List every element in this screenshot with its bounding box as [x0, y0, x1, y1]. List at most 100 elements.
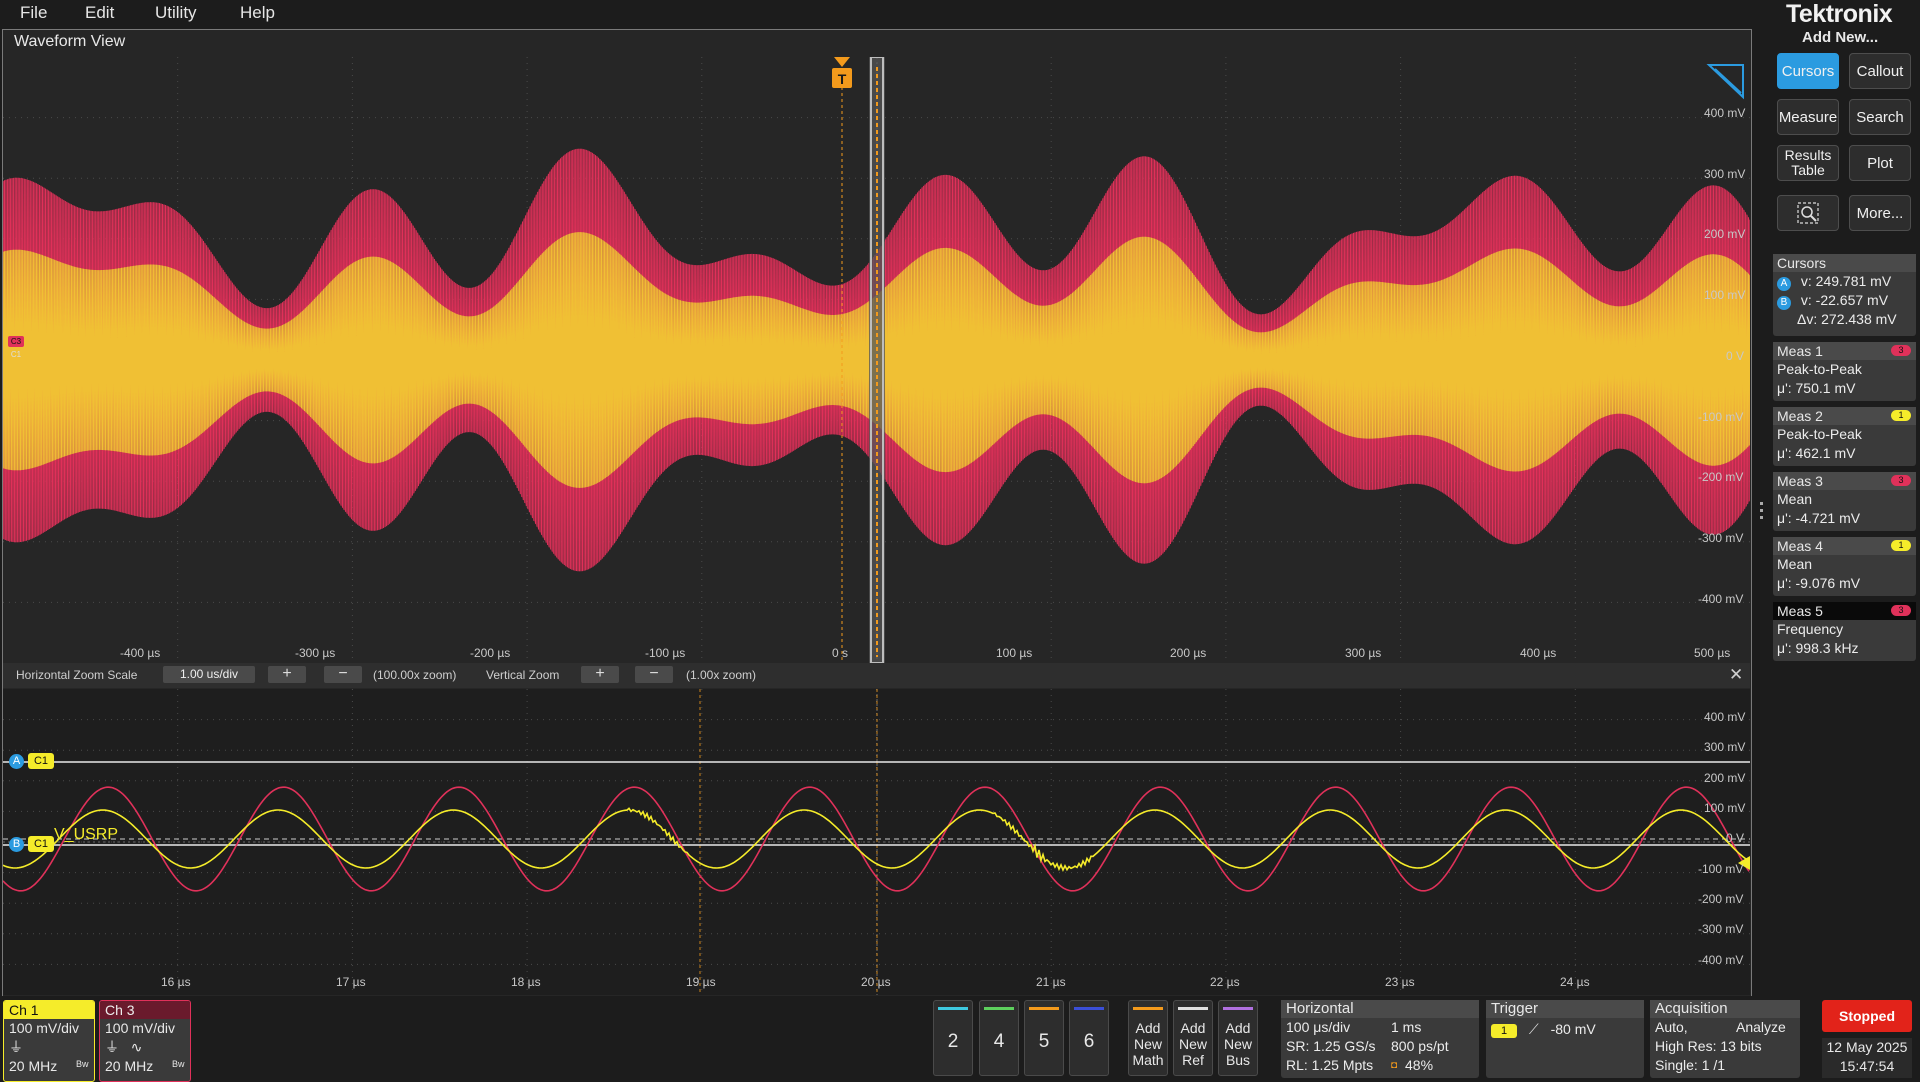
zoom-y-label: 300 mV — [1704, 740, 1746, 754]
search-button[interactable]: Search — [1849, 99, 1911, 135]
ch3-badge[interactable]: Ch 3 100 mV/div ⏚ ∿ 20 MHz Bw — [99, 1000, 191, 1082]
cursor-b-badge: B — [1777, 296, 1791, 310]
zoom-y-label: -100 mV — [1698, 862, 1744, 876]
acquisition-resolution: High Res: 13 bits — [1655, 1038, 1762, 1054]
zoom-y-label: 400 mV — [1704, 710, 1746, 724]
zoom-icon[interactable] — [1777, 195, 1839, 231]
vz-zoom-in-button[interactable]: + — [581, 666, 619, 683]
meas-value: μ': 998.3 kHz — [1777, 640, 1859, 656]
close-zoom-icon[interactable]: ✕ — [1729, 665, 1743, 685]
x-label: -100 µs — [645, 646, 686, 660]
zoom-window-marker — [869, 57, 885, 663]
zoom-x-label: 16 µs — [161, 975, 191, 989]
zoom-x-label: 21 µs — [1036, 975, 1066, 989]
ch1-badge[interactable]: Ch 1 100 mV/div ⏚ 20 MHz Bw — [3, 1000, 95, 1082]
measure-button[interactable]: Measure — [1777, 99, 1839, 135]
meas-channel-badge: 1 — [1891, 540, 1911, 551]
channel-2-button[interactable]: 2 — [933, 1000, 973, 1076]
callout-button[interactable]: Callout — [1849, 53, 1911, 89]
position-icon: ◘ — [1391, 1060, 1398, 1071]
add-new-bus-button[interactable]: Add New Bus — [1218, 1000, 1258, 1076]
zoom-x-label: 24 µs — [1560, 975, 1590, 989]
add-new-ref-button[interactable]: Add New Ref — [1173, 1000, 1213, 1076]
add-new-math-button[interactable]: Add New Math — [1128, 1000, 1168, 1076]
cursors-button[interactable]: Cursors — [1777, 53, 1839, 89]
hz-zoom-in-button[interactable]: + — [268, 666, 306, 683]
meas-type: Mean — [1777, 491, 1813, 507]
tektronix-logo: Tektronix — [1786, 0, 1893, 28]
run-stop-status-button[interactable]: Stopped — [1822, 1000, 1912, 1032]
cursor-a-value: v: 249.781 mV — [1800, 273, 1892, 289]
ch1-bw-tag: Bw — [76, 1059, 89, 1069]
cursor-b-readout: B v: -22.657 mV — [1773, 291, 1916, 310]
meas-2-badge[interactable]: Meas 2 1 Peak-to-Peak μ': 462.1 mV — [1773, 407, 1916, 466]
meas-value: μ': -9.076 mV — [1777, 575, 1861, 591]
meas-type: Frequency — [1777, 621, 1844, 637]
zoom-x-label: 20 µs — [861, 975, 891, 989]
panel-resize-handle[interactable] — [1760, 502, 1764, 526]
menu-edit[interactable]: Edit — [85, 3, 114, 23]
ref-level-icon — [1706, 64, 1744, 100]
more-button[interactable]: More... — [1849, 195, 1911, 231]
horizontal-title: Horizontal — [1281, 1000, 1479, 1018]
acquisition-analyze: Analyze — [1736, 1019, 1786, 1035]
x-label: 200 µs — [1170, 646, 1207, 660]
x-label: -200 µs — [470, 646, 511, 660]
main-plot[interactable]: T — [3, 57, 1750, 663]
zoom-x-label: 22 µs — [1210, 975, 1240, 989]
channel-5-button[interactable]: 5 — [1024, 1000, 1064, 1076]
cursor-b-tag[interactable]: B — [9, 837, 24, 852]
time: 15:47:54 — [1839, 1058, 1895, 1074]
trigger-settings[interactable]: Trigger 1 ⟋ -80 mV — [1486, 1000, 1644, 1078]
channel-4-button[interactable]: 4 — [979, 1000, 1019, 1076]
hz-zoom-label: Horizontal Zoom Scale — [16, 668, 138, 682]
meas-1-badge[interactable]: Meas 1 3 Peak-to-Peak μ': 750.1 mV — [1773, 342, 1916, 401]
ch1-bandwidth: 20 MHz Bw — [4, 1057, 94, 1076]
zoom-y-label: -300 mV — [1698, 922, 1744, 936]
cursor-a-readout: A v: 249.781 mV — [1773, 272, 1916, 291]
hz-zoom-scale-field[interactable]: 1.00 us/div — [163, 666, 255, 683]
ch3-tag[interactable]: C3 — [8, 336, 24, 347]
ch3-bandwidth: 20 MHz Bw — [100, 1057, 190, 1076]
meas-value: μ': 750.1 mV — [1777, 380, 1856, 396]
horizontal-settings[interactable]: Horizontal 100 μs/div 1 ms SR: 1.25 GS/s 8… — [1281, 1000, 1479, 1078]
ch1-title: Ch 1 — [4, 1001, 94, 1019]
zoom-x-label: 18 µs — [511, 975, 541, 989]
menu-file[interactable]: File — [20, 3, 47, 23]
menu-help[interactable]: Help — [240, 3, 275, 23]
meas-value: μ': 462.1 mV — [1777, 445, 1856, 461]
x-label: 400 µs — [1520, 646, 1557, 660]
zoom-x-label: 23 µs — [1385, 975, 1415, 989]
horizontal-position: 48% — [1405, 1057, 1434, 1073]
hz-zoom-out-button[interactable]: − — [324, 666, 362, 683]
zoom-y-label: 100 mV — [1704, 801, 1746, 815]
cursor-a-tag[interactable]: A — [9, 754, 24, 769]
acquisition-settings[interactable]: Acquisition Auto, Analyze High Res: 13 bi… — [1650, 1000, 1800, 1078]
x-label: 300 µs — [1345, 646, 1382, 660]
meas-3-badge[interactable]: Meas 3 3 Mean μ': -4.721 mV — [1773, 472, 1916, 531]
y-label: 100 mV — [1704, 288, 1746, 302]
acquisition-title: Acquisition — [1650, 1000, 1800, 1018]
vz-zoom-out-button[interactable]: − — [635, 666, 673, 683]
zoom-box-icon — [1797, 202, 1819, 224]
y-label: -100 mV — [1698, 410, 1744, 424]
meas-channel-badge: 3 — [1891, 345, 1911, 356]
zoom-plot[interactable] — [3, 689, 1750, 995]
ch1-tag[interactable]: C1 — [8, 349, 24, 360]
menu-utility[interactable]: Utility — [155, 3, 197, 23]
cursors-readout[interactable]: Cursors A v: 249.781 mV B v: -22.657 mV … — [1773, 254, 1916, 336]
ch3-scale: 100 mV/div — [105, 1020, 176, 1036]
waveform-view-title: Waveform View — [14, 33, 126, 50]
results-table-button[interactable]: Results Table — [1777, 145, 1839, 181]
meas-4-badge[interactable]: Meas 4 1 Mean μ': -9.076 mV — [1773, 537, 1916, 596]
svg-text:T: T — [838, 71, 847, 87]
channel-6-button[interactable]: 6 — [1069, 1000, 1109, 1076]
horizontal-record: 1 ms — [1391, 1019, 1422, 1035]
y-label: 200 mV — [1704, 227, 1746, 241]
horizontal-sample-rate: SR: 1.25 GS/s — [1286, 1038, 1376, 1054]
y-label: -200 mV — [1698, 470, 1744, 484]
meas-5-badge[interactable]: Meas 5 3 Frequency μ': 998.3 kHz — [1773, 602, 1916, 661]
zoom-x-label: 17 µs — [336, 975, 366, 989]
plot-button[interactable]: Plot — [1849, 145, 1911, 181]
trigger-source-badge: 1 — [1491, 1024, 1517, 1038]
